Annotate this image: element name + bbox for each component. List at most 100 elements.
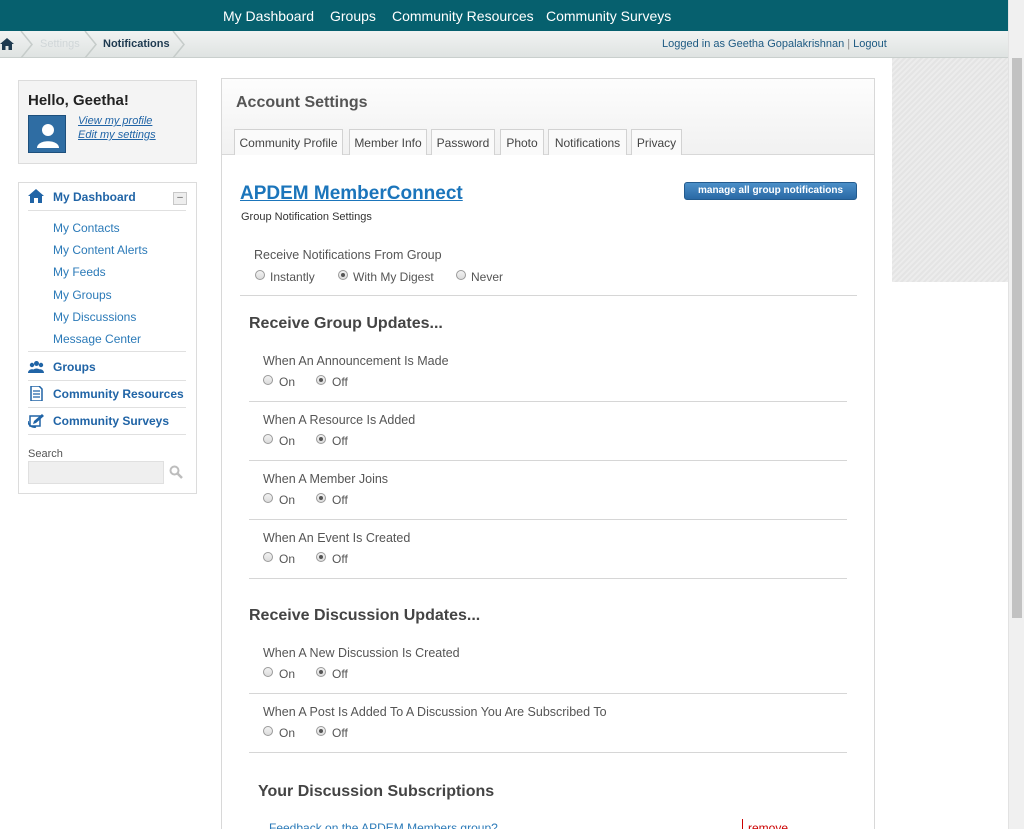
home-icon [28,189,44,203]
divider [28,210,186,211]
login-status: Logged in as Geetha Gopalakrishnan | Logou… [662,38,887,50]
sidebar-item-groups[interactable]: Groups [53,360,96,374]
scrollbar-thumb[interactable] [1012,58,1022,618]
option-off: Off [332,552,348,566]
group-subtitle: Group Notification Settings [241,211,372,223]
vertical-scrollbar[interactable] [1008,0,1024,829]
nav-community-surveys[interactable]: Community Surveys [546,8,671,24]
logout-link[interactable]: Logout [853,38,887,50]
manage-notifications-button[interactable]: manage all group notifications [684,182,857,200]
breadcrumb-notifications: Notifications [103,38,170,50]
subscription-link[interactable]: Feedback on the APDEM Members group? [269,821,498,829]
sidebar-item-my-contacts[interactable]: My Contacts [53,221,120,235]
page-title: Account Settings [236,94,368,111]
radio-on[interactable] [263,552,273,562]
breadcrumb: Settings Notifications Logged in as Geet… [0,31,1008,58]
option-on: On [279,667,296,681]
sidebar-item-community-surveys[interactable]: Community Surveys [53,414,169,428]
option-off: Off [332,667,348,681]
radio-off[interactable] [316,667,326,677]
setting-label: When An Event Is Created [263,531,411,545]
tab-community-profile[interactable]: Community Profile [234,129,343,155]
setting-label: When An Announcement Is Made [263,354,449,368]
radio-on[interactable] [263,493,273,503]
top-navigation: My Dashboard Groups Community Resources … [0,0,1008,31]
setting-label: When A Post Is Added To A Discussion You… [263,705,607,719]
sidebar-item-message-center[interactable]: Message Center [53,332,141,346]
search-icon[interactable] [169,465,183,479]
divider [249,401,847,402]
login-text: Logged in as Geetha Gopalakrishnan [662,38,845,50]
radio-off[interactable] [316,434,326,444]
option-never: Never [471,270,504,284]
nav-community-resources[interactable]: Community Resources [392,8,534,24]
search-input[interactable] [28,461,164,484]
radio-off[interactable] [316,552,326,562]
remove-subscription-link[interactable]: remove [748,821,788,829]
radio-on[interactable] [263,434,273,444]
radio-off[interactable] [316,726,326,736]
setting-label: When A New Discussion Is Created [263,646,460,660]
radio-never[interactable] [456,270,466,280]
account-settings-panel: Account Settings Community Profile Membe… [221,78,875,829]
edit-settings-link[interactable]: Edit my settings [78,129,156,141]
profile-box: Hello, Geetha! View my profile Edit my s… [18,80,197,164]
divider [28,434,186,435]
right-background [892,282,1008,829]
tab-photo[interactable]: Photo [500,129,544,155]
radio-on[interactable] [263,667,273,677]
home-icon[interactable] [0,35,14,53]
group-title-link[interactable]: APDEM MemberConnect [240,183,463,205]
survey-icon [28,414,44,428]
nav-groups[interactable]: Groups [330,8,376,24]
view-profile-link[interactable]: View my profile [78,115,152,127]
sidebar-item-my-dashboard[interactable]: My Dashboard [53,190,136,204]
setting-label: When A Member Joins [263,472,389,486]
background-pattern [892,58,1008,282]
document-icon [30,386,43,401]
discussion-updates-title: Receive Discussion Updates... [249,607,481,624]
option-off: Off [332,434,348,448]
divider [240,295,857,296]
radio-instantly[interactable] [255,270,265,280]
chevron-right-icon [172,31,185,58]
tab-privacy[interactable]: Privacy [631,129,682,155]
radio-on[interactable] [263,726,273,736]
divider [28,407,186,408]
groups-icon [28,361,44,373]
option-on: On [279,434,296,448]
radio-with-my-digest[interactable] [338,270,348,280]
tab-member-info[interactable]: Member Info [349,129,427,155]
sidebar-item-my-content-alerts[interactable]: My Content Alerts [53,243,148,257]
tab-password[interactable]: Password [431,129,495,155]
setting-label: When A Resource Is Added [263,413,416,427]
panel-header: Account Settings Community Profile Membe… [222,79,874,155]
divider [249,460,847,461]
radio-on[interactable] [263,375,273,385]
chevron-right-icon [20,31,33,58]
collapse-button[interactable]: – [173,192,187,205]
breadcrumb-settings[interactable]: Settings [40,38,80,50]
radio-off[interactable] [316,375,326,385]
option-on: On [279,552,296,566]
divider [28,380,186,381]
option-off: Off [332,493,348,507]
avatar[interactable] [28,115,66,153]
divider [249,519,847,520]
sidebar-item-my-groups[interactable]: My Groups [53,288,112,302]
sidebar-item-my-feeds[interactable]: My Feeds [53,265,106,279]
receive-notifications-label: Receive Notifications From Group [254,248,442,262]
option-with-my-digest: With My Digest [353,270,434,284]
chevron-right-icon [84,31,97,58]
radio-off[interactable] [316,493,326,503]
sidebar-item-my-discussions[interactable]: My Discussions [53,310,136,324]
subscriptions-title: Your Discussion Subscriptions [258,783,495,800]
sidebar-navigation: My Dashboard – My Contacts My Content Al… [18,182,197,494]
nav-my-dashboard[interactable]: My Dashboard [223,8,314,24]
divider [249,752,847,753]
divider [249,693,847,694]
divider [742,819,743,829]
option-on: On [279,493,296,507]
tab-notifications[interactable]: Notifications [548,129,627,155]
sidebar-item-community-resources[interactable]: Community Resources [53,387,184,401]
